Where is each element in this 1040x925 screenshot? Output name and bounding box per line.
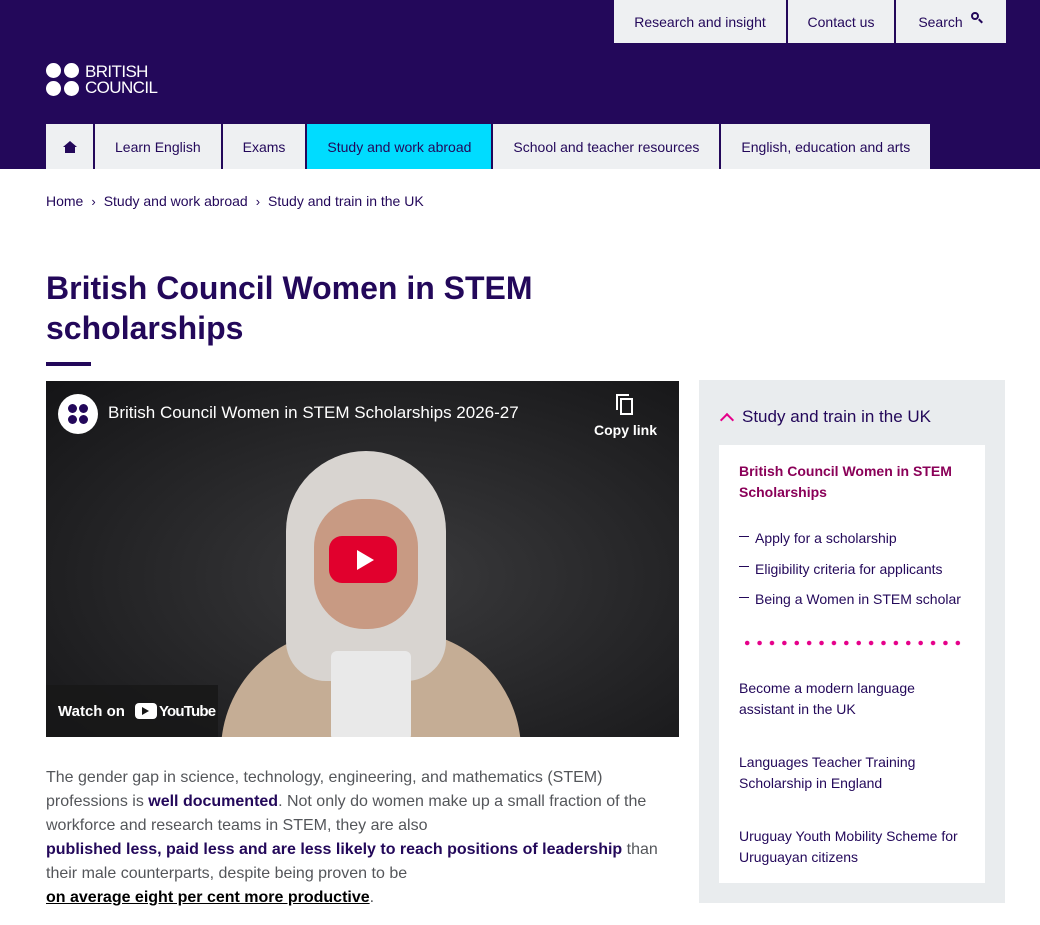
well-documented-link[interactable]: well documented bbox=[148, 793, 278, 810]
channel-avatar[interactable] bbox=[58, 394, 98, 434]
research-and-insight-link[interactable]: Research and insight bbox=[614, 0, 786, 43]
intro-paragraph: The gender gap in science, technology, e… bbox=[46, 766, 666, 910]
search-button[interactable]: Search bbox=[896, 0, 1006, 43]
nav-item-label: School and teacher resources bbox=[513, 138, 700, 155]
youtube-icon bbox=[134, 703, 157, 719]
sidebar-heading-label: Study and train in the UK bbox=[742, 407, 932, 426]
video-title[interactable]: British Council Women in STEM Scholarshi… bbox=[108, 403, 519, 423]
sidebar-item-teacher-training[interactable]: Languages Teacher Training Scholarship i… bbox=[739, 752, 969, 794]
nav-item-exams[interactable]: Exams bbox=[222, 124, 306, 169]
title-underline bbox=[46, 362, 91, 366]
sidebar-heading-toggle[interactable]: Study and train in the UK bbox=[719, 407, 932, 428]
search-label: Search bbox=[918, 13, 963, 30]
nav-home-button[interactable] bbox=[46, 124, 93, 169]
british-council-logo[interactable]: BRITISH COUNCIL bbox=[46, 63, 158, 97]
section-sidebar: Study and train in the UK British Counci… bbox=[699, 380, 1005, 903]
dash-icon bbox=[739, 596, 749, 598]
play-button[interactable] bbox=[329, 536, 397, 583]
site-header: Research and insight Contact us Search B… bbox=[0, 0, 1040, 169]
sidebar-sub-link-label: Apply for a scholarship bbox=[755, 530, 897, 547]
nav-item-label: Exams bbox=[242, 138, 286, 155]
watch-on-label: Watch on bbox=[58, 702, 125, 720]
nav-item-study-and-work-abroad[interactable]: Study and work abroad bbox=[307, 124, 492, 169]
copy-link-label: Copy link bbox=[593, 422, 657, 438]
home-icon bbox=[62, 140, 77, 153]
breadcrumb-home-link[interactable]: Home bbox=[46, 193, 83, 209]
dash-icon bbox=[739, 566, 749, 568]
main-nav: Learn English Exams Study and work abroa… bbox=[46, 124, 931, 169]
logo-wordmark: BRITISH COUNCIL bbox=[85, 63, 158, 97]
logo-dots-icon bbox=[46, 63, 79, 96]
breadcrumb-separator: › bbox=[91, 193, 96, 209]
search-icon bbox=[970, 12, 984, 25]
sidebar-item-eligibility[interactable]: Eligibility criteria for applicants bbox=[739, 554, 961, 585]
more-productive-link[interactable]: on average eight per cent more productiv… bbox=[46, 889, 370, 906]
nav-item-label: Study and work abroad bbox=[327, 138, 472, 155]
utility-nav: Research and insight Contact us Search bbox=[614, 0, 1006, 43]
sidebar-sub-link-label: Eligibility criteria for applicants bbox=[755, 560, 943, 577]
sidebar-sub-links: Apply for a scholarship Eligibility crit… bbox=[739, 523, 961, 615]
dotted-divider bbox=[741, 640, 965, 646]
copy-link-button[interactable]: Copy link bbox=[594, 394, 657, 438]
chevron-up-icon bbox=[719, 412, 735, 428]
breadcrumb-study-and-work-abroad-link[interactable]: Study and work abroad bbox=[104, 193, 248, 209]
nav-item-english-education-and-arts[interactable]: English, education and arts bbox=[721, 124, 931, 169]
breadcrumb-separator: › bbox=[255, 193, 261, 209]
sidebar-item-being-scholar[interactable]: Being a Women in STEM scholar bbox=[739, 584, 961, 615]
intro-text-4: . bbox=[369, 889, 375, 906]
breadcrumb-study-and-train-link[interactable]: Study and train in the UK bbox=[268, 193, 424, 209]
published-less-link[interactable]: published less, paid less and are less l… bbox=[46, 841, 622, 858]
contact-us-link[interactable]: Contact us bbox=[788, 0, 894, 43]
research-and-insight-label: Research and insight bbox=[634, 13, 766, 30]
copy-icon bbox=[616, 394, 634, 416]
sidebar-item-apply[interactable]: Apply for a scholarship bbox=[739, 523, 961, 554]
sidebar-item-language-assistant[interactable]: Become a modern language assistant in th… bbox=[739, 678, 969, 720]
nav-item-school-and-teacher-resources[interactable]: School and teacher resources bbox=[493, 124, 720, 169]
sidebar-card: British Council Women in STEM Scholarshi… bbox=[719, 445, 985, 883]
nav-item-learn-english[interactable]: Learn English bbox=[95, 124, 221, 169]
sidebar-sub-link-label: Being a Women in STEM scholar bbox=[755, 591, 961, 608]
watch-on-youtube-button[interactable]: Watch on YouTube bbox=[46, 685, 218, 737]
video-player[interactable]: British Council Women in STEM Scholarshi… bbox=[46, 381, 679, 737]
sidebar-item-uruguay-youth-mobility[interactable]: Uruguay Youth Mobility Scheme for Urugua… bbox=[739, 826, 969, 868]
video-thumbnail-person bbox=[221, 451, 521, 737]
contact-us-label: Contact us bbox=[807, 13, 875, 30]
nav-item-label: Learn English bbox=[115, 138, 201, 155]
youtube-wordmark: YouTube bbox=[158, 702, 216, 720]
breadcrumb: Home › Study and work abroad › Study and… bbox=[46, 193, 424, 209]
page-title: British Council Women in STEM scholarshi… bbox=[46, 270, 533, 346]
youtube-logo: YouTube bbox=[134, 702, 216, 720]
play-icon bbox=[356, 549, 374, 570]
logo-line-2: COUNCIL bbox=[85, 77, 158, 97]
dash-icon bbox=[739, 535, 749, 537]
sidebar-current-page[interactable]: British Council Women in STEM Scholarshi… bbox=[739, 461, 974, 503]
nav-item-label: English, education and arts bbox=[741, 138, 911, 155]
